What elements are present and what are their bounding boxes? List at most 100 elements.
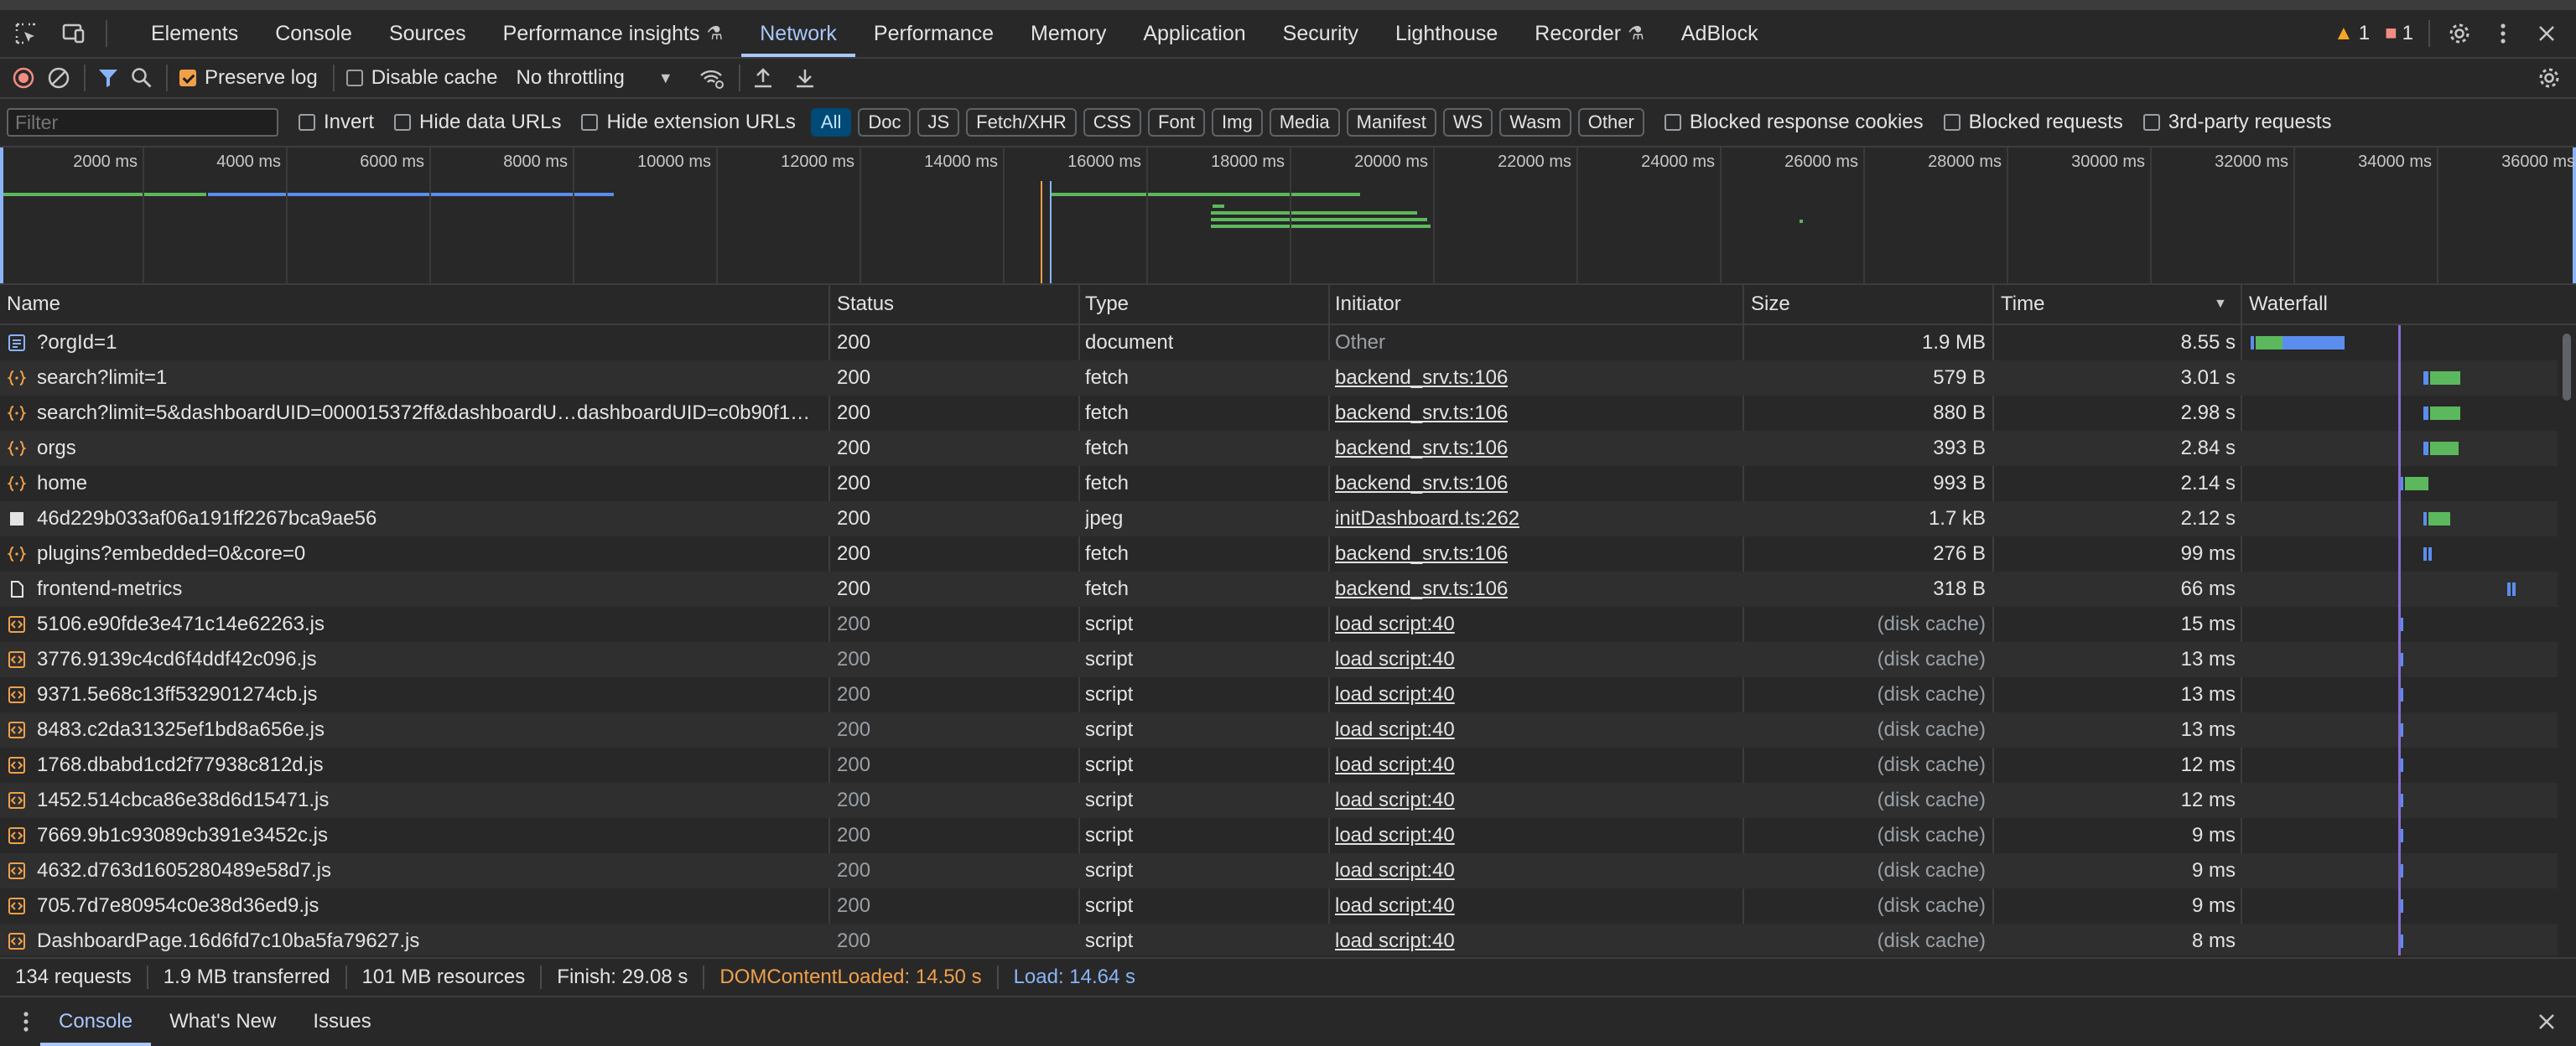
table-row[interactable]: ?orgId=1 200 document Other 1.9 MB 8.55 s	[0, 325, 2558, 360]
table-row[interactable]: 4632.d763d1605280489e58d7.js 200 script loa…	[0, 853, 2558, 888]
request-initiator[interactable]: load script:40	[1335, 748, 1455, 783]
invert-checkbox[interactable]: Invert	[299, 111, 374, 134]
blocked-requests-checkbox[interactable]: Blocked requests	[1943, 111, 2123, 134]
table-row[interactable]: home 200 fetch backend_srv.ts:106 993 B 2.14 …	[0, 466, 2558, 501]
column-header-size[interactable]: Size	[1744, 285, 1790, 324]
filter-chip-css[interactable]: CSS	[1083, 108, 1142, 137]
filter-chip-other[interactable]: Other	[1577, 108, 1644, 137]
hide-extension-urls-checkbox[interactable]: Hide extension URLs	[581, 111, 796, 134]
filter-chip-ws[interactable]: WS	[1442, 108, 1493, 137]
filter-chip-all[interactable]: All	[810, 108, 852, 137]
settings-gear-icon[interactable]	[2445, 19, 2474, 48]
filter-chip-wasm[interactable]: Wasm	[1499, 108, 1571, 137]
drawer-tab-what-s-new[interactable]: What's New	[151, 997, 294, 1046]
disable-cache-checkbox[interactable]: Disable cache	[345, 66, 497, 90]
tab-performance[interactable]: Performance	[855, 10, 1012, 57]
request-initiator[interactable]: backend_srv.ts:106	[1335, 431, 1508, 466]
table-row[interactable]: 1452.514cbca86e38d6d15471.js 200 script loa…	[0, 783, 2558, 818]
tab-elements[interactable]: Elements	[132, 10, 257, 57]
filter-chip-js[interactable]: JS	[917, 108, 960, 137]
request-initiator[interactable]: load script:40	[1335, 818, 1455, 853]
table-row[interactable]: frontend-metrics 200 fetch backend_srv.ts:1…	[0, 572, 2558, 607]
throttling-select[interactable]: No throttling ▼	[516, 66, 673, 90]
request-name-cell[interactable]: search?limit=1	[7, 360, 828, 396]
network-settings-button[interactable]	[2537, 66, 2561, 90]
preserve-log-checkbox[interactable]: Preserve log	[179, 66, 318, 90]
drawer-menu-kebab-icon[interactable]	[12, 1007, 40, 1036]
request-initiator[interactable]: load script:40	[1335, 712, 1455, 748]
third-party-requests-check[interactable]	[2142, 114, 2160, 131]
warnings-badge[interactable]: ▲ 1	[2334, 22, 2370, 45]
tab-adblock[interactable]: AdBlock	[1663, 10, 1777, 57]
column-header-status[interactable]: Status	[830, 285, 894, 324]
more-options-kebab-icon[interactable]	[2489, 19, 2517, 48]
blocked-response-cookies-check[interactable]	[1664, 114, 1681, 131]
blocked-requests-check[interactable]	[1943, 114, 1961, 131]
table-row[interactable]: 46d229b033af06a191ff2267bca9ae56 200 jpeg i…	[0, 501, 2558, 536]
inspect-element-icon[interactable]	[12, 19, 40, 48]
table-row[interactable]: DashboardPage.16d6fd7c10ba5fa79627.js 200…	[0, 924, 2558, 955]
tab-lighthouse[interactable]: Lighthouse	[1377, 10, 1516, 57]
import-har-button[interactable]	[752, 67, 774, 89]
request-name-cell[interactable]: 3776.9139c4cd6f4ddf42c096.js	[7, 642, 828, 677]
request-name-cell[interactable]: orgs	[7, 431, 828, 466]
drawer-tab-issues[interactable]: Issues	[294, 997, 389, 1046]
request-name-cell[interactable]: search?limit=5&dashboardUID=000015372ff&…	[7, 396, 828, 431]
request-name-cell[interactable]: home	[7, 466, 828, 501]
search-button[interactable]	[131, 67, 153, 89]
request-name-cell[interactable]: 4632.d763d1605280489e58d7.js	[7, 853, 828, 888]
request-name-cell[interactable]: 1452.514cbca86e38d6d15471.js	[7, 783, 828, 818]
request-initiator[interactable]: load script:40	[1335, 924, 1455, 955]
request-name-cell[interactable]: plugins?embedded=0&core=0	[7, 536, 828, 572]
table-row[interactable]: orgs 200 fetch backend_srv.ts:106 393 B 2.84 …	[0, 431, 2558, 466]
request-name-cell[interactable]: ?orgId=1	[7, 325, 828, 360]
filter-input[interactable]	[7, 108, 278, 137]
hide-data-urls-check[interactable]	[394, 114, 412, 131]
close-devtools-icon[interactable]	[2532, 19, 2561, 48]
table-row[interactable]: 8483.c2da31325ef1bd8a656e.js 200 script loa…	[0, 712, 2558, 748]
request-name-cell[interactable]: 5106.e90fde3e471c14e62263.js	[7, 607, 828, 642]
column-header-type[interactable]: Type	[1078, 285, 1129, 324]
preserve-log-check[interactable]	[179, 70, 196, 86]
tab-performance-insights[interactable]: Performance insights ⚗	[485, 10, 742, 57]
tab-application[interactable]: Application	[1124, 10, 1264, 57]
network-conditions-button[interactable]	[699, 66, 725, 90]
request-name-cell[interactable]: 705.7d7e80954c0e38d36ed9.js	[7, 888, 828, 924]
request-initiator[interactable]: load script:40	[1335, 607, 1455, 642]
close-drawer-icon[interactable]	[2532, 1007, 2561, 1036]
network-overview-timeline[interactable]: 2000 ms 4000 ms 6000 ms 8000 ms 10000 ms 1200…	[0, 148, 2576, 285]
tab-memory[interactable]: Memory	[1012, 10, 1124, 57]
request-name-cell[interactable]: frontend-metrics	[7, 572, 828, 607]
hide-extension-urls-check[interactable]	[581, 114, 599, 131]
tab-sources[interactable]: Sources	[371, 10, 485, 57]
request-list-scrollbar[interactable]	[2558, 325, 2576, 955]
request-initiator[interactable]: backend_srv.ts:106	[1335, 536, 1508, 572]
table-row[interactable]: 9371.5e68c13ff532901274cb.js 200 script loa…	[0, 677, 2558, 712]
request-initiator[interactable]: backend_srv.ts:106	[1335, 396, 1508, 431]
export-har-button[interactable]	[794, 67, 816, 89]
column-header-waterfall[interactable]: Waterfall	[2242, 285, 2328, 324]
request-name-cell[interactable]: DashboardPage.16d6fd7c10ba5fa79627.js	[7, 924, 828, 955]
filter-chip-media[interactable]: Media	[1269, 108, 1340, 137]
request-name-cell[interactable]: 46d229b033af06a191ff2267bca9ae56	[7, 501, 828, 536]
filter-chip-fetch-xhr[interactable]: Fetch/XHR	[966, 108, 1077, 137]
table-row[interactable]: search?limit=1 200 fetch backend_srv.ts:106…	[0, 360, 2558, 396]
column-header-initiator[interactable]: Initiator	[1328, 285, 1401, 324]
blocked-response-cookies-checkbox[interactable]: Blocked response cookies	[1664, 111, 1924, 134]
third-party-requests-checkbox[interactable]: 3rd-party requests	[2142, 111, 2332, 134]
device-toolbar-icon[interactable]	[59, 19, 87, 48]
issues-badge[interactable]: ■ 1	[2385, 22, 2413, 45]
table-row[interactable]: 1768.dbabd1cd2f77938c812d.js 200 script loa…	[0, 748, 2558, 783]
invert-check[interactable]	[299, 114, 315, 131]
table-row[interactable]: 5106.e90fde3e471c14e62263.js 200 script loa…	[0, 607, 2558, 642]
scrollbar-thumb[interactable]	[2563, 334, 2571, 401]
clear-button[interactable]	[47, 66, 70, 90]
request-initiator[interactable]: load script:40	[1335, 677, 1455, 712]
filter-toggle-button[interactable]	[97, 67, 119, 89]
request-initiator[interactable]: load script:40	[1335, 783, 1455, 818]
tab-network[interactable]: Network	[741, 10, 855, 57]
table-row[interactable]: search?limit=5&dashboardUID=000015372ff&…	[0, 396, 2558, 431]
tab-recorder[interactable]: Recorder ⚗	[1516, 10, 1663, 57]
disable-cache-check[interactable]	[345, 70, 363, 86]
table-row[interactable]: 705.7d7e80954c0e38d36ed9.js 200 script load…	[0, 888, 2558, 924]
